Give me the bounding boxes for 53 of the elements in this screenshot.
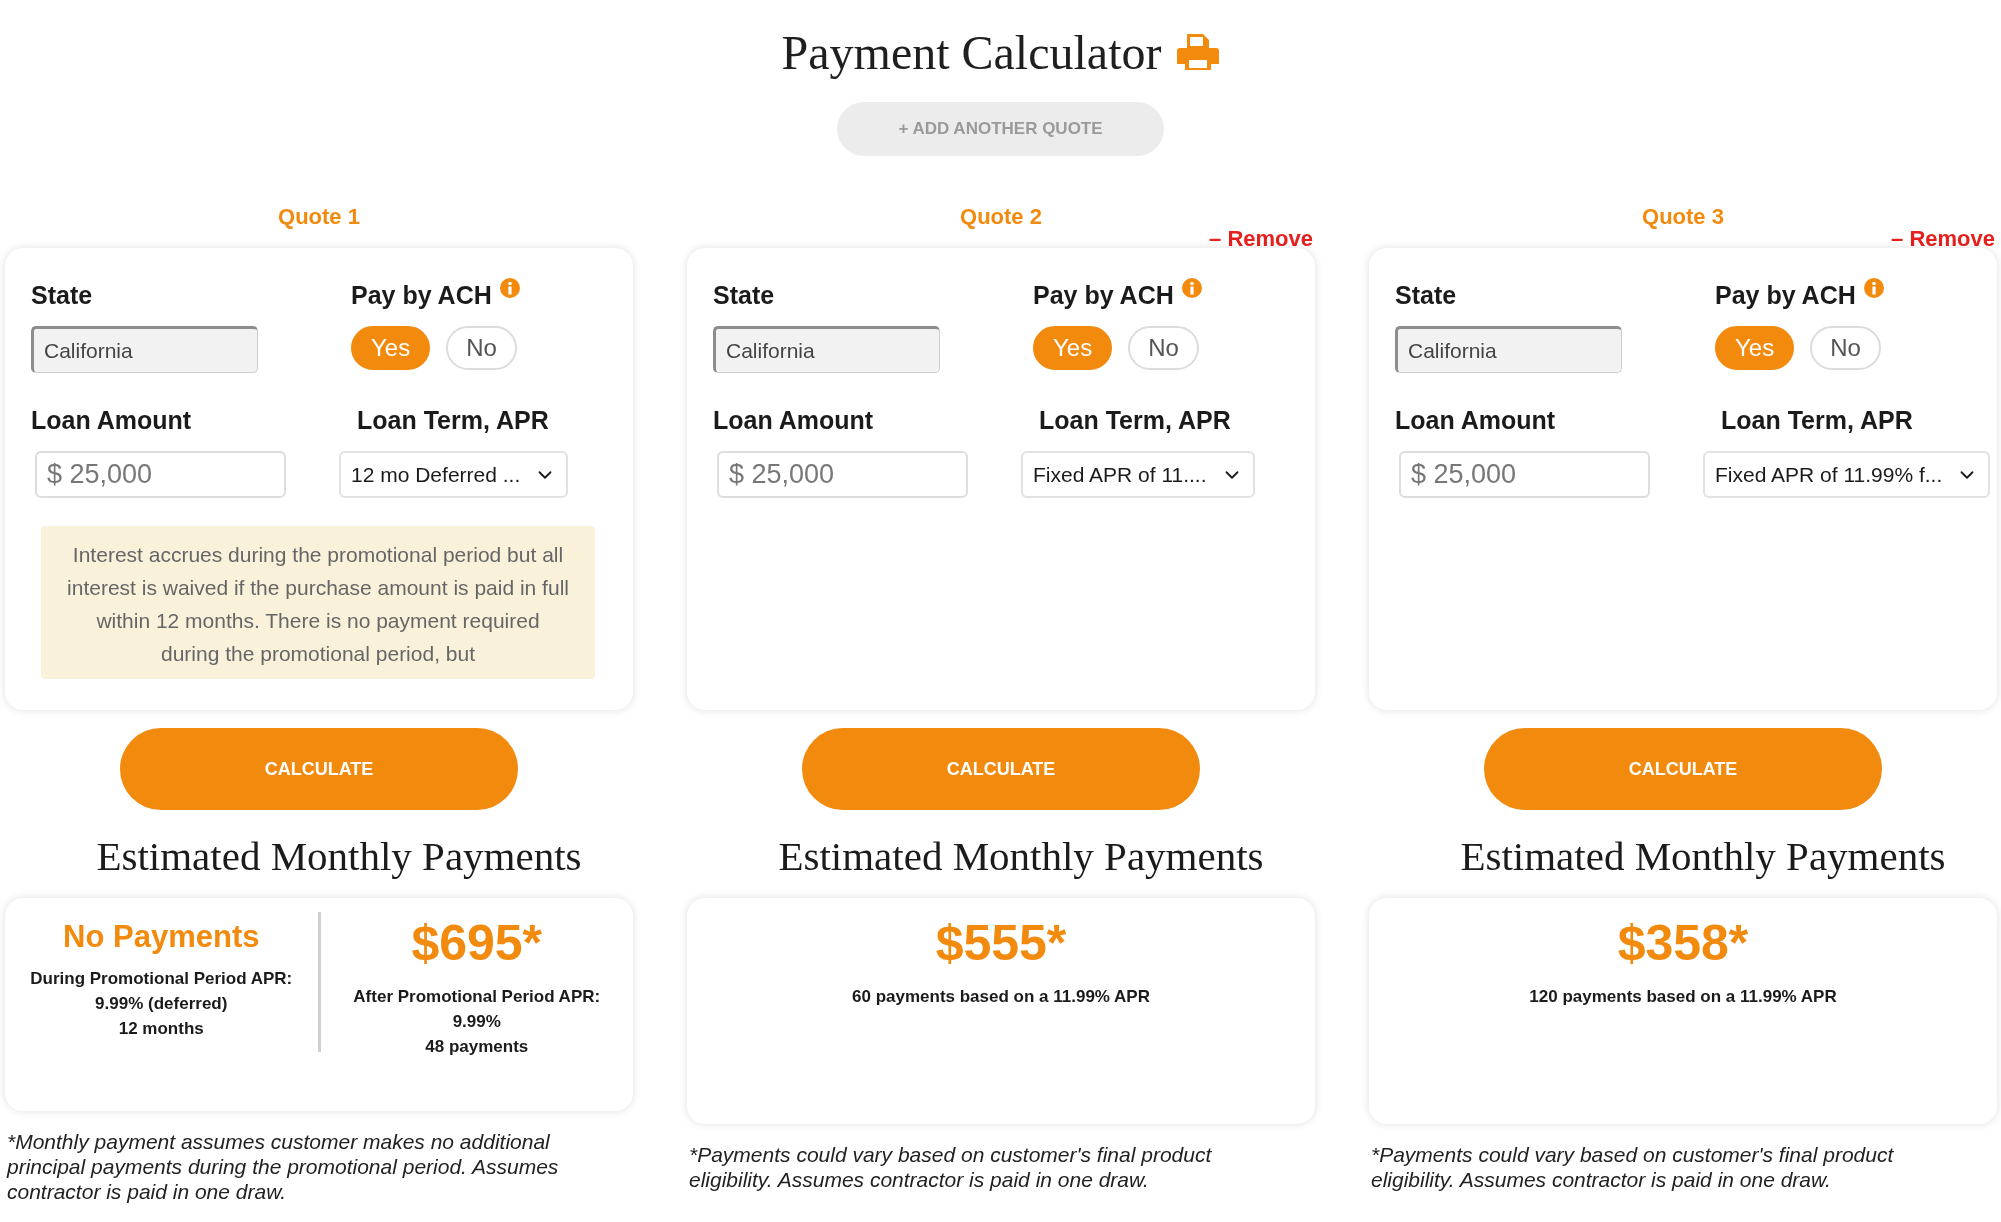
payment-detail: 60 payments based on a 11.99% APR (852, 986, 1150, 1008)
field-label: State (1395, 279, 1458, 311)
field-label: State (713, 279, 776, 311)
payment-detail: 48 payments (425, 1036, 529, 1058)
loan-term-select[interactable]: Fixed APR of 11.99% f... (1703, 451, 1991, 498)
quote-heading: Quote 2 (960, 204, 1042, 230)
payment-detail: 12 months (118, 1018, 204, 1040)
state-field[interactable]: California (713, 326, 940, 373)
loan-term-select[interactable]: 12 mo Deferred ... (339, 451, 569, 498)
payment-amount: $358* (1617, 914, 1749, 973)
ach-option-button[interactable]: No (1128, 326, 1199, 370)
field-label: Loan Term, APR (1720, 404, 1914, 436)
payment-amount: $555* (935, 914, 1067, 973)
field-label: Loan Amount (31, 404, 193, 436)
info-note: Interest accrues during the promotional period but all interest is waived if the purchase amount is paid in full within 12 months. There is no payment required during the promotional period, but (41, 526, 595, 679)
payment-detail: 9.99% (452, 1011, 501, 1033)
info-icon[interactable] (1863, 278, 1884, 298)
payment-detail: 120 payments based on a 11.99% APR (1529, 986, 1837, 1008)
footnote: *Payments could vary based on customer's final product eligibility. Assumes contractor is paid in one draw. (689, 1142, 1213, 1192)
results-heading: Estimated Monthly Payments (1459, 832, 1947, 880)
remove-link[interactable]: – Remove (1209, 226, 1313, 252)
field-label: Loan Amount (713, 404, 875, 436)
state-field[interactable]: California (1395, 326, 1622, 373)
field-label: Loan Amount (1395, 404, 1557, 436)
field-label: Loan Term, APR (1038, 404, 1232, 436)
field-label: Pay by ACH (1715, 279, 1856, 311)
field-label: Loan Term, APR (356, 404, 550, 436)
footnote: *Payments could vary based on customer's final product eligibility. Assumes contractor is paid in one draw. (1371, 1142, 1895, 1192)
ach-option-button[interactable]: No (1810, 326, 1881, 370)
footnote: *Monthly payment assumes customer makes no additional principal payments during the promotional period. Assumes contractor is paid in one draw. (7, 1129, 560, 1204)
loan-amount-field[interactable]: $ 25,000 (1399, 451, 1650, 498)
quote-heading: Quote 3 (1642, 204, 1724, 230)
loan-amount-field[interactable]: $ 25,000 (717, 451, 968, 498)
printer-icon[interactable] (1177, 32, 1220, 72)
loan-term-select[interactable]: Fixed APR of 11.... (1021, 451, 1255, 498)
payment-amount: $695* (411, 914, 543, 973)
info-icon[interactable] (1181, 278, 1202, 298)
quote-heading: Quote 1 (278, 204, 360, 230)
ach-option-button[interactable]: No (446, 326, 517, 370)
results-heading: Estimated Monthly Payments (95, 832, 583, 880)
payment-headline: No Payments (63, 918, 260, 956)
remove-link[interactable]: – Remove (1891, 226, 1995, 252)
field-label: Pay by ACH (1033, 279, 1174, 311)
results-heading: Estimated Monthly Payments (777, 832, 1265, 880)
loan-amount-field[interactable]: $ 25,000 (35, 451, 286, 498)
field-label: State (31, 279, 94, 311)
field-label: Pay by ACH (351, 279, 492, 311)
page-title: Payment Calculator (781, 24, 1162, 80)
info-icon[interactable] (499, 278, 520, 298)
payment-detail: 9.99% (deferred) (95, 993, 228, 1015)
payment-detail: During Promotional Period APR: (30, 968, 293, 990)
state-field[interactable]: California (31, 326, 258, 373)
payment-detail: After Promotional Period APR: (353, 986, 601, 1008)
